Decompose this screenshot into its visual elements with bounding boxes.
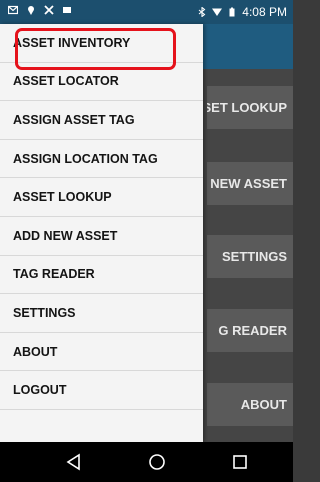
add-new-asset-bg-button[interactable]: NEW ASSET xyxy=(207,162,293,205)
settings-bg-button[interactable]: SETTINGS xyxy=(207,235,293,278)
about-bg-button[interactable]: ABOUT xyxy=(207,383,293,426)
menu-item-assign-location-tag[interactable]: ASSIGN LOCATION TAG xyxy=(0,140,203,179)
highlight-box xyxy=(15,28,176,70)
menu-item-about[interactable]: ABOUT xyxy=(0,333,203,372)
menu-item-label: ASSET LOCATOR xyxy=(13,74,119,89)
navigation-bar xyxy=(0,442,293,482)
signal-off-icon xyxy=(44,5,54,15)
notification-icon xyxy=(63,7,71,13)
navigation-drawer: ASSET INVENTORY ASSET LOCATOR ASSIGN ASS… xyxy=(0,24,203,442)
tag-reader-bg-button[interactable]: G READER xyxy=(207,309,293,352)
menu-item-label: ASSIGN ASSET TAG xyxy=(13,112,135,127)
wifi-icon xyxy=(212,8,223,16)
battery-icon xyxy=(229,7,235,17)
menu-item-tag-reader[interactable]: TAG READER xyxy=(0,256,203,295)
menu-item-label: SETTINGS xyxy=(13,305,76,320)
home-icon[interactable] xyxy=(148,453,166,471)
mail-icon xyxy=(8,5,18,15)
menu-item-assign-asset-tag[interactable]: ASSIGN ASSET TAG xyxy=(0,101,203,140)
menu-item-label: LOGOUT xyxy=(13,383,67,398)
menu-item-label: ASSIGN LOCATION TAG xyxy=(13,151,158,166)
menu-item-asset-lookup[interactable]: ASSET LOOKUP xyxy=(0,178,203,217)
location-icon xyxy=(28,6,34,15)
menu-item-label: ABOUT xyxy=(13,344,58,359)
menu-item-add-new-asset[interactable]: ADD NEW ASSET xyxy=(0,217,203,256)
asset-lookup-bg-button[interactable]: SET LOOKUP xyxy=(207,86,293,129)
menu-item-settings[interactable]: SETTINGS xyxy=(0,294,203,333)
bluetooth-icon xyxy=(198,7,206,17)
status-left-icons xyxy=(8,5,72,15)
status-right-icons: 4:08 PM xyxy=(197,5,287,19)
menu-item-label: ASSET LOOKUP xyxy=(13,190,112,205)
back-icon[interactable] xyxy=(65,453,83,471)
menu-item-logout[interactable]: LOGOUT xyxy=(0,371,203,410)
menu-item-label: TAG READER xyxy=(13,267,95,282)
status-time: 4:08 PM xyxy=(242,5,287,19)
status-bar: 4:08 PM xyxy=(0,0,293,24)
menu-item-label: ADD NEW ASSET xyxy=(13,228,118,243)
recents-icon[interactable] xyxy=(231,453,249,471)
